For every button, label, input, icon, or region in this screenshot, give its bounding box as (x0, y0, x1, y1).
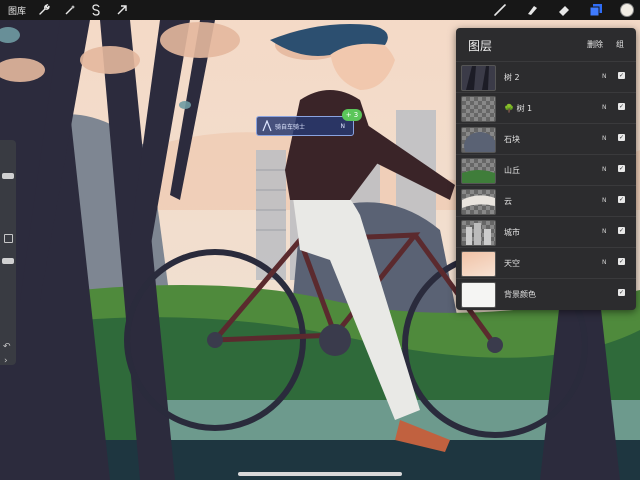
toolbar-right-group (492, 0, 640, 20)
layer-visibility-checkbox[interactable]: ✓ (618, 196, 625, 203)
layer-thumbnail (461, 189, 496, 215)
wrench-icon[interactable] (36, 2, 52, 18)
selected-layer-name: 骑自车骑士 (275, 123, 306, 131)
magic-wand-icon[interactable] (62, 2, 78, 18)
layer-blend-mode[interactable]: N (602, 104, 607, 111)
layer-thumbnail (461, 158, 496, 184)
layer-blend-mode[interactable]: N (602, 166, 607, 173)
layer-thumbnail (461, 127, 496, 153)
selected-layer-drag-tag[interactable]: 骑自车骑士 N (256, 116, 354, 136)
tree-group-icon: 🌳 (504, 104, 517, 113)
opacity-slider-handle[interactable] (2, 258, 14, 264)
layer-blend-mode[interactable]: N (602, 228, 607, 235)
layer-name: 🌳 树 1 (504, 104, 533, 113)
selection-s-icon[interactable] (88, 2, 104, 18)
layer-visibility-checkbox[interactable]: ✓ (618, 258, 625, 265)
layer-visibility-checkbox[interactable]: ✓ (618, 289, 625, 296)
layer-name: 树 2 (504, 73, 520, 82)
eraser-icon[interactable] (556, 2, 572, 18)
gallery-button[interactable]: 图库 (8, 4, 26, 17)
layer-thumbnail (461, 96, 496, 122)
layer-blend-mode[interactable]: N (602, 135, 607, 142)
layer-visibility-checkbox[interactable]: ✓ (618, 227, 625, 234)
top-toolbar: 图库 (0, 0, 640, 20)
layer-row[interactable]: 🌳 树 1 N ✓ (456, 92, 636, 124)
layer-thumbnail (461, 220, 496, 246)
redo-icon[interactable]: › (4, 356, 8, 366)
layer-name: 山丘 (504, 166, 520, 175)
layer-thumbnail (461, 282, 496, 308)
layer-row[interactable]: 树 2 N ✓ (456, 61, 636, 93)
layers-header: 图层 删除 组 (456, 28, 636, 61)
layer-row[interactable]: 山丘 N ✓ (456, 154, 636, 186)
selected-layer-mode: N (340, 122, 346, 130)
layer-thumbnail (461, 65, 496, 91)
color-picker-swatch[interactable] (620, 3, 634, 17)
layer-row[interactable]: 天空 N ✓ (456, 247, 636, 279)
layer-visibility-checkbox[interactable]: ✓ (618, 165, 625, 172)
home-indicator[interactable] (238, 472, 402, 476)
layer-thumbnail (461, 251, 496, 277)
layer-row[interactable]: 背景颜色 ✓ (456, 278, 636, 310)
brush-icon[interactable] (492, 2, 508, 18)
layer-blend-mode[interactable]: N (602, 73, 607, 80)
layers-icon[interactable] (588, 2, 604, 18)
layer-visibility-checkbox[interactable]: ✓ (618, 72, 625, 79)
layer-visibility-checkbox[interactable]: ✓ (618, 103, 625, 110)
layer-blend-mode[interactable]: N (602, 259, 607, 266)
layer-row[interactable]: 云 N ✓ (456, 185, 636, 217)
brush-size-slider-handle[interactable] (2, 173, 14, 179)
modify-square-icon[interactable] (4, 234, 13, 243)
group-button[interactable]: 组 (616, 39, 624, 50)
layer-name: 城市 (504, 228, 520, 237)
transform-arrow-icon[interactable] (114, 2, 130, 18)
cyclist-thumb-icon (262, 120, 272, 132)
layers-title: 图层 (468, 39, 493, 53)
layer-name: 石块 (504, 135, 520, 144)
left-sidebar: ↶ › (0, 140, 16, 366)
undo-icon[interactable]: ↶ (3, 342, 11, 352)
layers-panel: 图层 删除 组 树 2 N ✓ 🌳 树 1 N ✓ 石块 N ✓ 山丘 N ✓ (456, 28, 636, 310)
smudge-icon[interactable] (524, 2, 540, 18)
layer-row[interactable]: 城市 N ✓ (456, 216, 636, 248)
layer-blend-mode[interactable]: N (602, 197, 607, 204)
selection-count-badge: + 3 (342, 109, 362, 121)
layer-name: 天空 (504, 259, 520, 268)
layer-row[interactable]: 石块 N ✓ (456, 123, 636, 155)
layer-name: 背景颜色 (504, 290, 536, 299)
layer-name: 云 (504, 197, 512, 206)
layer-visibility-checkbox[interactable]: ✓ (618, 134, 625, 141)
delete-button[interactable]: 删除 (587, 39, 603, 50)
